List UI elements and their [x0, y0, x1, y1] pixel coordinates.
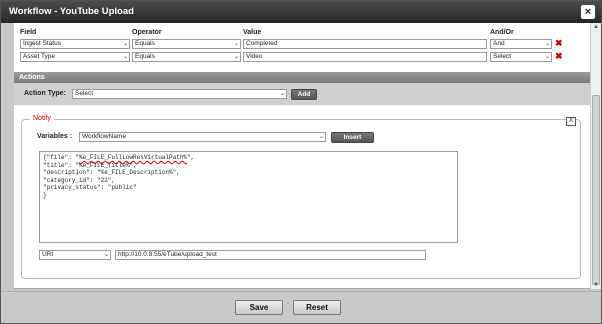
variables-select[interactable]: WorkflowName ⌄	[79, 132, 326, 142]
close-notify-button[interactable]: X	[566, 117, 576, 126]
scroll-down-icon[interactable]: ▼	[593, 282, 599, 288]
body-line: "description": "%e_FILE_Description%",	[43, 169, 180, 176]
method-select[interactable]: URI ⌄	[39, 250, 111, 260]
andor-select-1[interactable]: And ⌄	[490, 39, 552, 49]
vertical-scrollbar[interactable]: ▲ ▼	[590, 23, 601, 289]
andor-select-2[interactable]: Select ⌄	[490, 52, 552, 62]
spellcheck-token: %e_FILE_FullLowResVirtualPath%	[79, 154, 188, 161]
chevron-down-icon: ⌄	[122, 41, 128, 47]
save-button[interactable]: Save	[235, 300, 283, 315]
url-input[interactable]: http://10.0.8.55/eTube/upload_test	[115, 250, 426, 260]
action-type-select-value: Select	[75, 90, 94, 97]
action-type-label: Action Type:	[24, 90, 66, 97]
operator-select-2-value: Equals	[135, 53, 155, 60]
value-input-1[interactable]: Completed	[243, 39, 487, 49]
workflow-dialog: Workflow - YouTube Upload × Field Operat…	[0, 0, 602, 324]
dialog-content: Field Operator Value And/Or Ingest Statu…	[13, 23, 590, 289]
body-line: "category_id": "22",	[43, 176, 116, 184]
close-icon[interactable]: ×	[581, 5, 595, 19]
operator-select-1[interactable]: Equals ⌄	[132, 39, 241, 49]
notify-legend: Notify	[30, 115, 54, 122]
chevron-down-icon: ⌄	[122, 54, 128, 60]
body-line: {"file": "%e_FILE_FullLowResVirtualPath%…	[43, 154, 194, 161]
reset-button[interactable]: Reset	[293, 300, 341, 315]
dialog-footer: Save Reset	[1, 291, 601, 323]
title-bar: Workflow - YouTube Upload ×	[1, 1, 601, 23]
field-select-2-value: Asset Type	[23, 53, 56, 60]
dialog-title: Workflow - YouTube Upload	[9, 6, 134, 17]
actions-section-header: Actions	[14, 72, 590, 83]
delete-icon[interactable]: ✖	[555, 39, 563, 48]
field-select-1-value: Ingest Status	[23, 40, 61, 47]
action-type-select[interactable]: Select ⌄	[72, 89, 287, 99]
operator-select-1-value: Equals	[135, 40, 155, 47]
field-select-2[interactable]: Asset Type ⌄	[20, 52, 130, 62]
add-action-button[interactable]: Add	[291, 89, 317, 100]
chevron-down-icon: ⌄	[544, 41, 550, 47]
andor-select-1-value: And	[493, 40, 505, 47]
notify-panel: Notify X Variables : WorkflowName ⌄ Inser…	[21, 115, 581, 279]
body-line: "title": "%e_FILE_Title%",	[43, 161, 137, 169]
body-line: "privacy_status": "public"	[43, 184, 137, 191]
body-line: }	[43, 191, 47, 199]
chevron-down-icon: ⌄	[544, 54, 550, 60]
chevron-down-icon: ⌄	[318, 134, 324, 140]
insert-button[interactable]: Insert	[331, 132, 374, 143]
header-value: Value	[243, 29, 262, 36]
scroll-up-icon[interactable]: ▲	[593, 24, 599, 30]
chevron-down-icon: ⌄	[233, 54, 239, 60]
header-andor: And/Or	[490, 29, 514, 36]
operator-select-2[interactable]: Equals ⌄	[132, 52, 241, 62]
delete-icon[interactable]: ✖	[555, 52, 563, 61]
header-operator: Operator	[132, 29, 162, 36]
variables-select-value: WorkflowName	[82, 133, 126, 140]
variables-label-text: Variables :	[37, 133, 73, 140]
scrollbar-thumb[interactable]	[592, 95, 600, 285]
header-field: Field	[20, 29, 37, 36]
field-select-1[interactable]: Ingest Status ⌄	[20, 39, 130, 49]
chevron-down-icon: ⌄	[279, 91, 285, 97]
notify-body-textarea[interactable]: {"file": "%e_FILE_FullLowResVirtualPath%…	[39, 151, 458, 243]
chevron-down-icon: ⌄	[233, 41, 239, 47]
andor-select-2-value: Select	[493, 53, 512, 60]
value-input-2[interactable]: Video	[243, 52, 487, 62]
method-select-value: URI	[42, 251, 54, 258]
actions-section: Action Type: Select ⌄ Add	[14, 83, 590, 105]
chevron-down-icon: ⌄	[103, 252, 109, 258]
body-line-text: {"file": "%e_FILE_FullLowResVirtualPath%…	[43, 154, 195, 161]
variables-label: Variables :	[37, 133, 72, 140]
